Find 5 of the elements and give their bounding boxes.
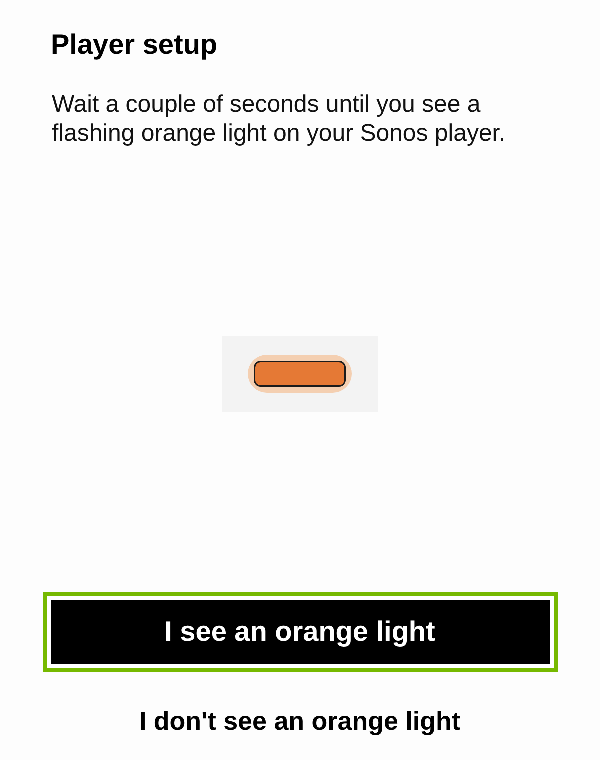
indicator-light-icon xyxy=(248,355,352,393)
confirm-button[interactable]: I see an orange light xyxy=(42,592,558,672)
instruction-text: Wait a couple of seconds until you see a flashing orange light on your Sonos player. xyxy=(52,90,507,148)
decline-button[interactable]: I don't see an orange light xyxy=(129,701,471,741)
page-title: Player setup xyxy=(51,28,218,62)
